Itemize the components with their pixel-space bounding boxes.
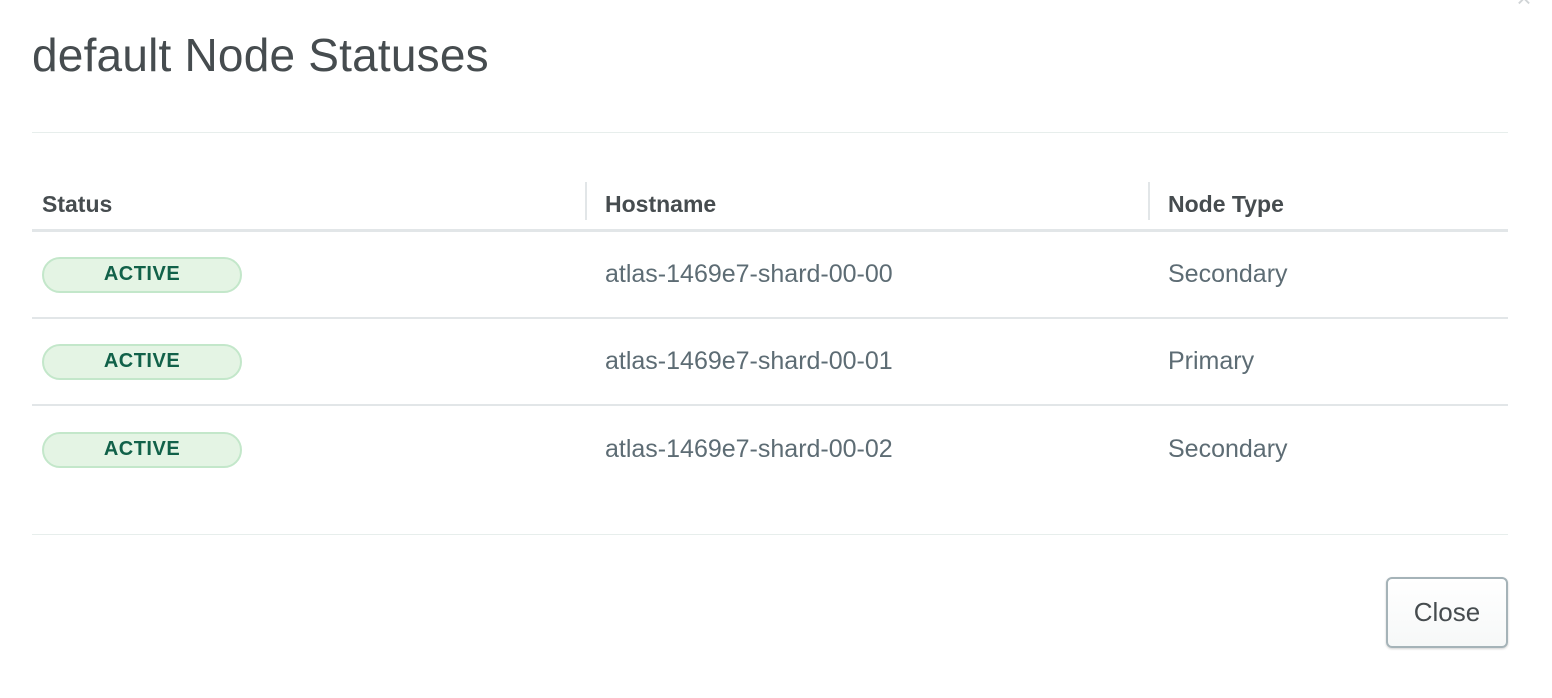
node-type-cell: Secondary — [1168, 435, 1288, 463]
modal-title: default Node Statuses — [32, 29, 489, 81]
table-header: Status Hostname Node Type — [32, 180, 1508, 232]
column-header-node-type[interactable]: Node Type — [1148, 180, 1508, 229]
footer-divider — [32, 534, 1508, 535]
node-type-cell: Primary — [1168, 347, 1255, 375]
close-button[interactable]: Close — [1386, 577, 1508, 648]
header-divider — [32, 132, 1508, 133]
node-status-table: Status Hostname Node Type ACTIVE atlas-1… — [32, 180, 1508, 493]
node-status-modal: × default Node Statuses Status Hostname … — [0, 0, 1552, 698]
table-row: ACTIVE atlas-1469e7-shard-00-00 Secondar… — [32, 232, 1508, 319]
table-row: ACTIVE atlas-1469e7-shard-00-01 Primary — [32, 319, 1508, 406]
close-icon[interactable]: × — [1512, 0, 1536, 11]
status-badge: ACTIVE — [42, 343, 242, 380]
hostname-cell: atlas-1469e7-shard-00-02 — [605, 435, 893, 463]
status-cell: ACTIVE — [32, 256, 585, 293]
node-type-cell: Secondary — [1168, 260, 1288, 288]
status-badge: ACTIVE — [42, 256, 242, 293]
table-row: ACTIVE atlas-1469e7-shard-00-02 Secondar… — [32, 406, 1508, 493]
hostname-cell: atlas-1469e7-shard-00-01 — [605, 347, 893, 375]
hostname-cell: atlas-1469e7-shard-00-00 — [605, 260, 893, 288]
column-header-status[interactable]: Status — [32, 180, 585, 229]
status-cell: ACTIVE — [32, 431, 585, 468]
status-cell: ACTIVE — [32, 343, 585, 380]
column-header-hostname[interactable]: Hostname — [585, 180, 1148, 229]
status-badge: ACTIVE — [42, 431, 242, 468]
